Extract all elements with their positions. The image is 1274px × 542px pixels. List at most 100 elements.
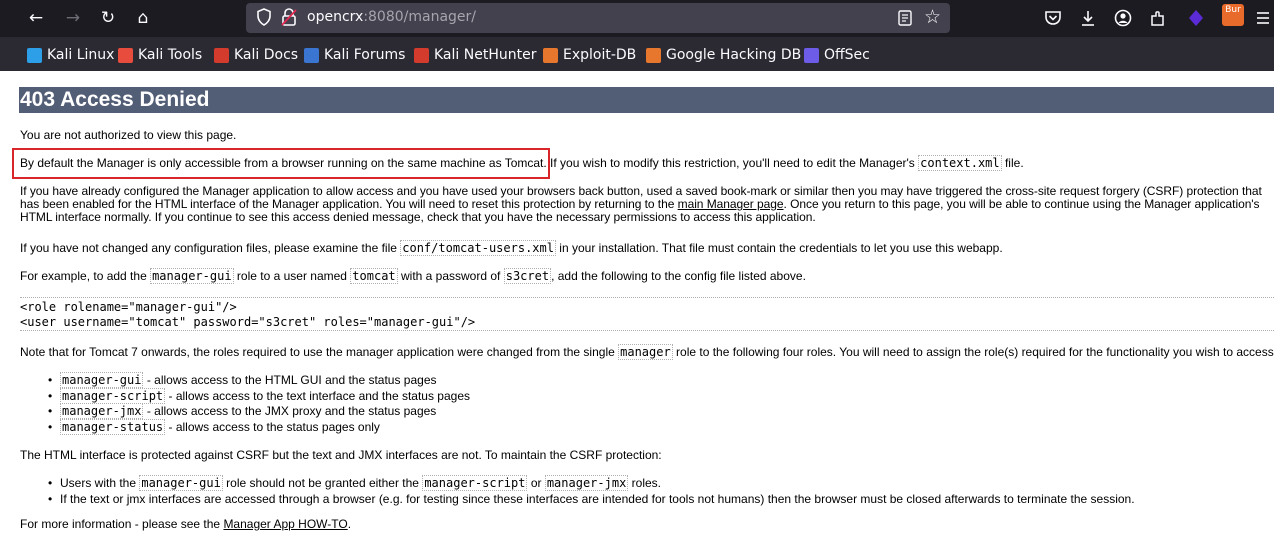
tracking-shield-icon[interactable]	[256, 8, 272, 26]
manager-app-howto-link[interactable]: Manager App HOW-TO	[223, 517, 347, 531]
home-button[interactable]: ⌂	[132, 7, 154, 29]
more-info-paragraph: For more information - please see the Ma…	[20, 518, 1274, 531]
config-files-paragraph: If you have not changed any configuratio…	[20, 240, 1274, 256]
manager-gui-code: manager-gui	[150, 268, 234, 284]
paragraph-text: For example, to add the	[20, 269, 151, 283]
not-authorized-text: You are not authorized to view this page…	[20, 128, 237, 142]
roles-note-paragraph: Note that for Tomcat 7 onwards, the role…	[20, 344, 1274, 360]
paragraph-text: Note that for Tomcat 7 onwards, the role…	[20, 345, 619, 359]
role-description: - allows access to the JMX proxy and the…	[143, 404, 437, 418]
roles-list: manager-gui - allows access to the HTML …	[48, 372, 470, 436]
bookmark-kali-nethunter[interactable]: Kali NetHunter	[414, 46, 536, 64]
tomcat-user-code: tomcat	[350, 268, 398, 284]
forward-button[interactable]: →	[62, 7, 84, 29]
page-title: 403 Access Denied	[19, 87, 1274, 113]
reader-view-icon[interactable]	[898, 10, 912, 26]
kali-linux-icon	[27, 47, 42, 63]
role-code: manager-script	[60, 387, 166, 404]
list-item: manager-status - allows access to the st…	[48, 418, 470, 436]
list-text: If the text or jmx interfaces are access…	[60, 491, 1135, 506]
paragraph-text: If you wish to modify this restriction, …	[546, 156, 919, 170]
list-text: role should not be granted either the	[222, 476, 423, 490]
bookmark-label: Google Hacking DB	[666, 47, 802, 63]
list-item: manager-script - allows access to the te…	[48, 387, 470, 405]
exploit-db-icon	[543, 47, 558, 63]
menu-icon[interactable]	[1254, 8, 1272, 28]
example-paragraph: For example, to add the manager-gui role…	[20, 268, 1274, 284]
bookmark-kali-tools[interactable]: Kali Tools	[118, 46, 202, 64]
list-text: Users with the	[60, 476, 140, 490]
bookmark-label: Exploit-DB	[563, 47, 637, 63]
paragraph-text: in your installation. That file must con…	[555, 241, 1003, 255]
role-code: manager-jmx	[60, 403, 144, 419]
download-icon[interactable]	[1078, 8, 1098, 28]
bookmark-kali-docs[interactable]: Kali Docs	[214, 46, 298, 64]
tomcat-users-xml-code: conf/tomcat-users.xml	[400, 240, 556, 256]
manager-gui-code: manager-gui	[139, 475, 223, 491]
bookmark-kali-forums[interactable]: Kali Forums	[304, 46, 405, 64]
role-description: - allows access to the HTML GUI and the …	[143, 373, 437, 387]
paragraph-text: with a password of	[397, 269, 504, 283]
manager-jmx-code: manager-jmx	[544, 475, 629, 491]
google-hacking-db-icon	[646, 47, 661, 63]
insecure-lock-icon[interactable]	[281, 7, 297, 27]
csrf-protection-paragraph: The HTML interface is protected against …	[20, 448, 662, 462]
burp-icon[interactable]: Bur	[1222, 4, 1244, 26]
url-path: :8080/manager/	[363, 9, 477, 25]
bookmark-kali-linux[interactable]: Kali Linux	[27, 46, 114, 64]
bookmark-star-icon[interactable]: ☆	[924, 6, 941, 28]
role-code: manager-status	[60, 418, 166, 435]
main-manager-page-link[interactable]: main Manager page	[678, 197, 784, 211]
offsec-icon	[804, 47, 819, 63]
paragraph-text: For more information - please see the	[20, 517, 224, 531]
burp-label: Bur	[1225, 5, 1241, 15]
reload-button[interactable]: ↻	[97, 7, 119, 29]
pocket-icon[interactable]	[1043, 8, 1063, 28]
bookmark-label: Kali Tools	[138, 47, 203, 63]
csrf-rules-list: Users with the manager-gui role should n…	[48, 475, 1135, 508]
default-restriction-paragraph: By default the Manager is only accessibl…	[20, 155, 1274, 171]
paragraph-text: , add the following to the config file l…	[551, 269, 806, 283]
paragraph-text: role to a user named	[233, 269, 351, 283]
list-text: roles.	[628, 476, 661, 490]
role-description: - allows access to the text interface an…	[165, 388, 470, 403]
kali-docs-icon	[214, 47, 229, 63]
bookmarks-toolbar: Kali Linux Kali Tools Kali Docs Kali For…	[0, 37, 1274, 71]
csrf-explanation-paragraph: If you have already configured the Manag…	[20, 185, 1274, 224]
list-item: Users with the manager-gui role should n…	[48, 475, 1135, 492]
bookmark-label: Kali Forums	[324, 47, 406, 63]
context-xml-code: context.xml	[918, 155, 1002, 171]
bookmark-label: Kali Linux	[47, 47, 115, 63]
list-item: manager-jmx - allows access to the JMX p…	[48, 403, 470, 420]
bookmark-label: OffSec	[824, 47, 870, 63]
role-description: - allows access to the status pages only	[165, 419, 380, 434]
bookmark-google-hacking-db[interactable]: Google Hacking DB	[646, 46, 801, 64]
kali-extension-icon[interactable]	[1186, 8, 1206, 28]
role-code: manager-gui	[60, 372, 144, 388]
kali-forums-icon	[304, 47, 319, 63]
manager-script-code: manager-script	[422, 475, 528, 491]
password-code: s3cret	[503, 268, 552, 284]
paragraph-text: role to the following four roles. You wi…	[672, 345, 1274, 359]
highlighted-sentence: By default the Manager is only accessibl…	[20, 156, 547, 170]
extensions-icon[interactable]	[1148, 8, 1168, 28]
back-button[interactable]: ←	[25, 7, 47, 29]
url-host: opencrx	[307, 9, 364, 25]
kali-nethunter-icon	[414, 47, 429, 63]
url-text[interactable]: opencrx:8080/manager/	[307, 9, 476, 25]
manager-role-code: manager	[618, 344, 673, 360]
address-bar[interactable]: opencrx:8080/manager/ ☆	[246, 3, 950, 33]
bookmark-exploit-db[interactable]: Exploit-DB	[543, 46, 636, 64]
paragraph-text: file.	[1001, 156, 1024, 170]
bookmark-label: Kali Docs	[234, 47, 299, 63]
page-content: 403 Access Denied You are not authorized…	[12, 71, 1274, 542]
list-item: manager-gui - allows access to the HTML …	[48, 372, 470, 389]
list-item: If the text or jmx interfaces are access…	[48, 491, 1135, 508]
account-icon[interactable]	[1113, 8, 1133, 28]
bookmark-label: Kali NetHunter	[434, 47, 537, 63]
bookmark-offsec[interactable]: OffSec	[804, 46, 870, 64]
list-text: or	[527, 476, 545, 490]
browser-toolbar: ← → ↻ ⌂ opencrx:8080/manager/ ☆ Bur	[0, 0, 1274, 37]
example-config-code-block: <role rolename="manager-gui"/> <user use…	[20, 297, 1274, 331]
paragraph-text: .	[347, 517, 352, 531]
